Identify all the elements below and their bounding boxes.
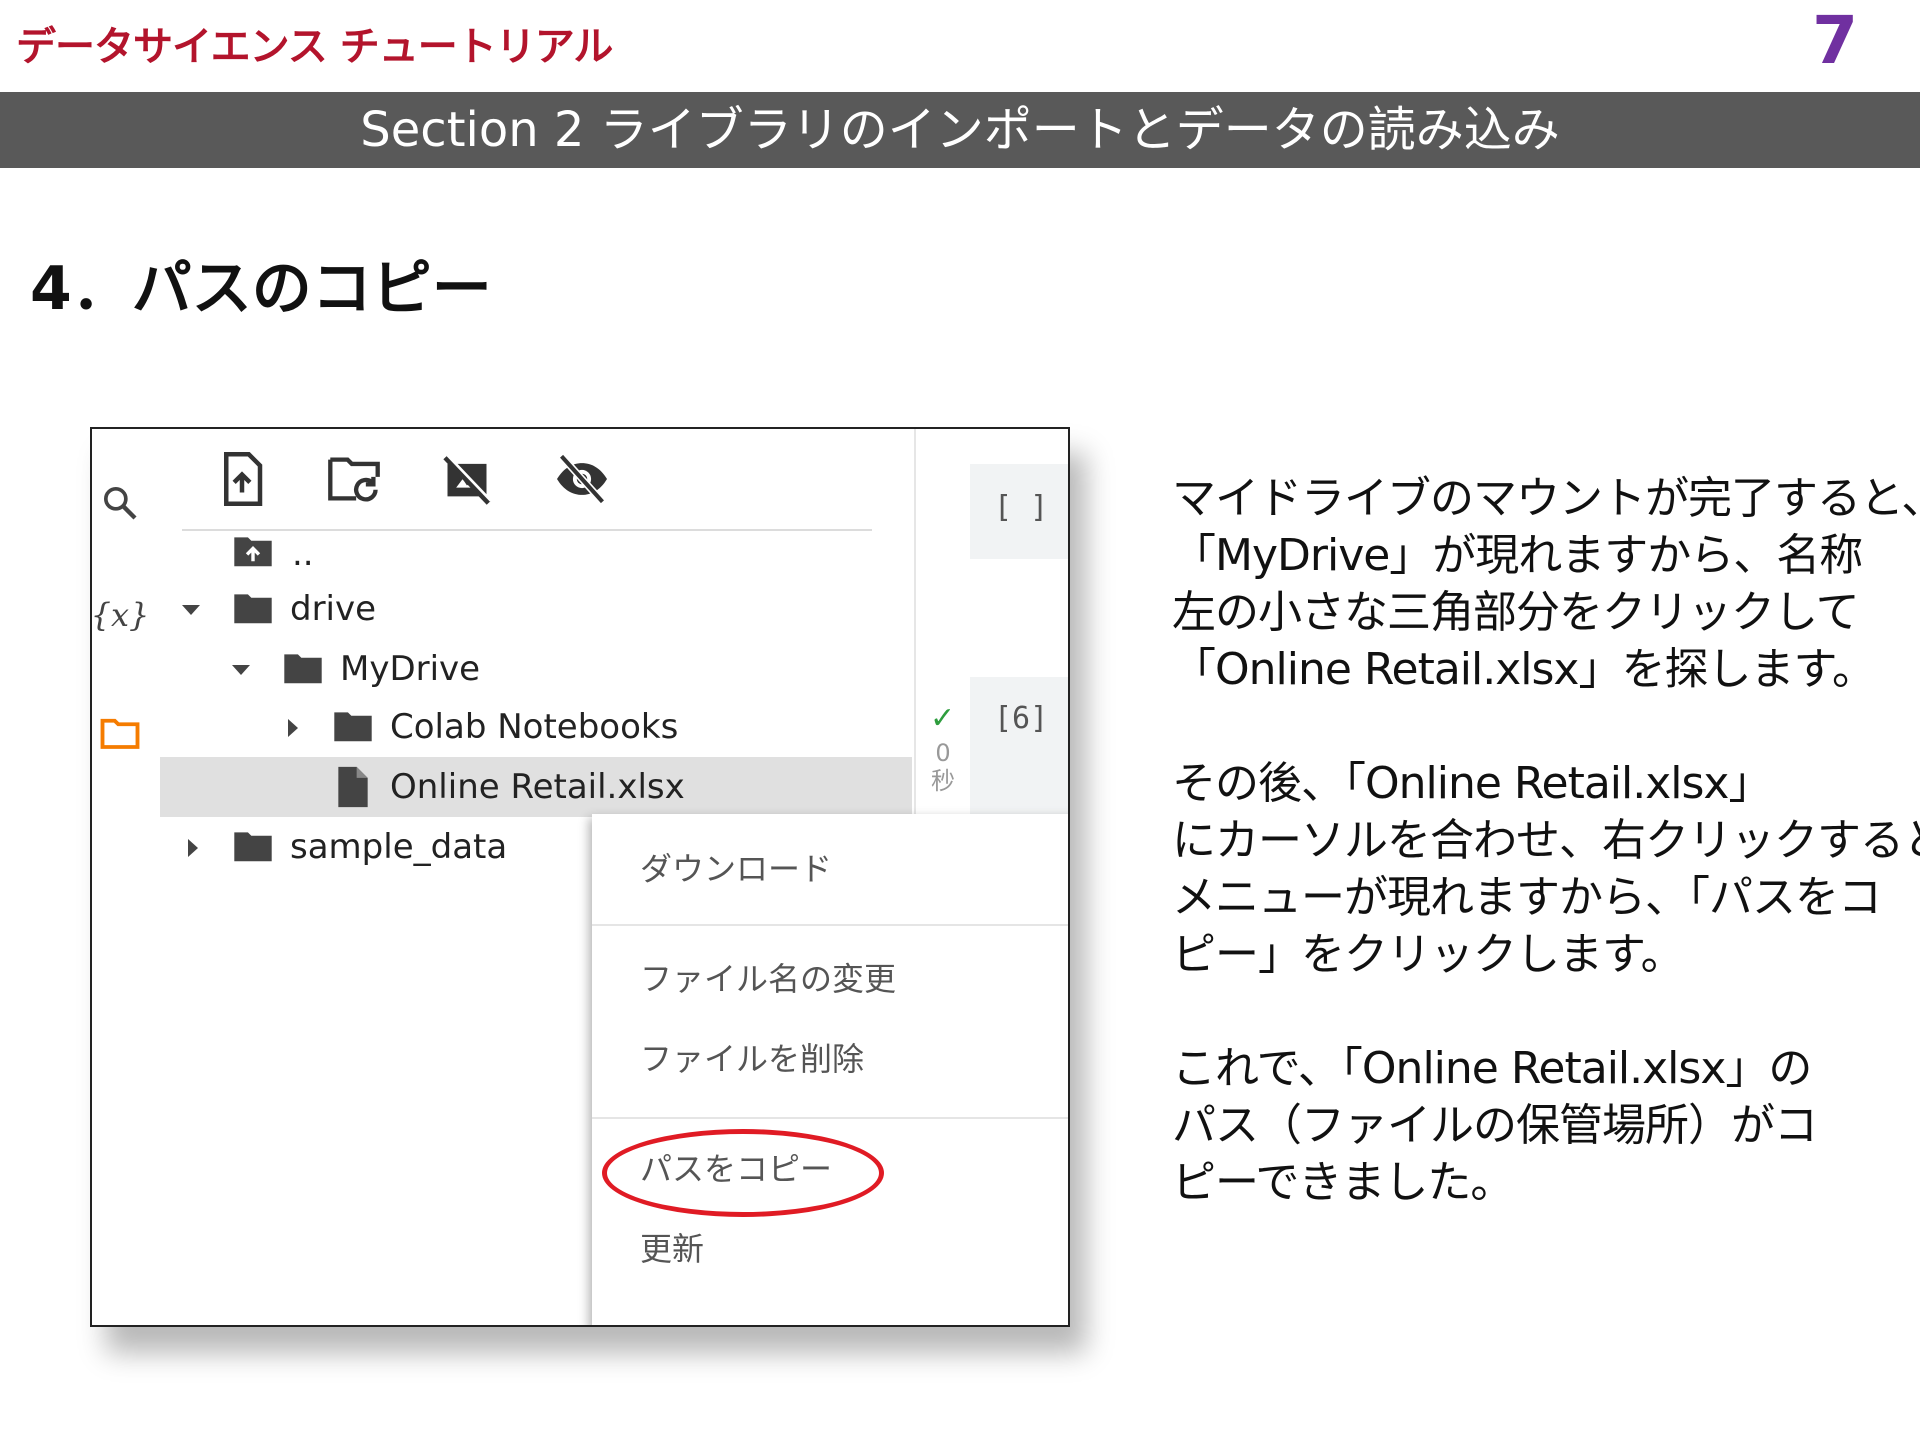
tree-row-drive[interactable]: drive [92, 579, 912, 639]
explanation-line: マイドライブのマウントが完了すると、 [1172, 473, 1920, 524]
file-icon [338, 766, 368, 808]
tree-label-online-retail: Online Retail.xlsx [390, 767, 685, 807]
highlight-ring [602, 1129, 884, 1217]
tree-row-colab-notebooks[interactable]: Colab Notebooks [92, 697, 912, 757]
explanation-line: メニューが現れますから、「パスをコ [1172, 872, 1882, 923]
tree-label-colab-notebooks: Colab Notebooks [390, 707, 679, 747]
page-heading: 4．パスのコピー [30, 254, 492, 324]
menu-item-delete[interactable]: ファイルを削除 [640, 1034, 864, 1080]
explanation-line: 左の小さな三角部分をクリックして [1172, 587, 1860, 638]
explanation-paragraph-2: その後、「Online Retail.xlsx」 にカーソルを合わせ、右クリック… [1172, 755, 1920, 983]
visibility-off-icon[interactable] [552, 449, 612, 509]
menu-item-rename[interactable]: ファイル名の変更 [640, 954, 896, 1000]
search-icon[interactable] [96, 479, 144, 527]
cell-prompt-empty: [ ] [994, 490, 1049, 525]
menu-item-refresh[interactable]: 更新 [640, 1224, 704, 1270]
menu-divider [592, 1117, 1068, 1119]
caret-right-icon[interactable] [288, 719, 298, 737]
tree-row-online-retail[interactable]: Online Retail.xlsx [160, 757, 912, 817]
brand-title: データサイエンス チュートリアル [16, 24, 613, 70]
folder-icon [334, 712, 372, 742]
explanation-paragraph-3: これで、「Online Retail.xlsx」の パス（ファイルの保管場所）が… [1172, 1040, 1892, 1211]
tree-label-drive: drive [290, 589, 377, 629]
page-number: 7 [1812, 2, 1858, 79]
explanation-line: ピー」をクリックします。 [1172, 929, 1685, 980]
folder-refresh-icon[interactable] [324, 449, 384, 509]
exec-time: 0 秒 [931, 739, 955, 795]
folder-icon [284, 654, 322, 684]
tree-label-mydrive: MyDrive [340, 649, 481, 689]
tree-row-parent[interactable]: .. [92, 524, 912, 584]
colab-file-browser-screenshot: {x} .. drive MyDrive Colab Notebooks Onl… [90, 427, 1070, 1327]
caret-right-icon[interactable] [188, 839, 198, 857]
menu-divider [592, 924, 1068, 926]
code-cell-6[interactable]: [6] [970, 677, 1068, 817]
upload-file-icon[interactable] [212, 449, 272, 509]
tree-label-parent: .. [292, 534, 314, 574]
caret-down-icon[interactable] [232, 665, 250, 675]
explanation-line: ピーできました。 [1172, 1157, 1514, 1208]
explanation-line: その後、「Online Retail.xlsx」 [1172, 758, 1772, 809]
explanation-line: にカーソルを合わせ、右クリックすると [1172, 815, 1920, 866]
explanation-line: パス（ファイルの保管場所）がコ [1172, 1100, 1818, 1151]
code-cell-empty[interactable]: [ ] [970, 464, 1068, 559]
folder-up-icon [234, 537, 272, 567]
section-bar: Section 2 ライブラリのインポートとデータの読み込み [0, 92, 1920, 168]
tree-row-mydrive[interactable]: MyDrive [92, 639, 912, 699]
menu-item-download[interactable]: ダウンロード [640, 844, 832, 890]
explanation-paragraph-1: マイドライブのマウントが完了すると、 「MyDrive」が現れますから、名称 左… [1172, 470, 1920, 698]
folder-icon [234, 832, 272, 862]
explanation-line: 「Online Retail.xlsx」を探します。 [1172, 644, 1876, 695]
check-icon: ✓ [930, 701, 956, 736]
drive-off-icon[interactable] [437, 449, 497, 509]
caret-down-icon[interactable] [182, 605, 200, 615]
explanation-text: マイドライブのマウントが完了すると、 「MyDrive」が現れますから、名称 左… [1172, 470, 1920, 1268]
tree-label-sample-data: sample_data [290, 827, 508, 867]
explanation-line: 「MyDrive」が現れますから、名称 [1172, 530, 1863, 581]
context-menu: ダウンロード ファイル名の変更 ファイルを削除 パスをコピー 更新 [592, 814, 1068, 1325]
explanation-line: これで、「Online Retail.xlsx」の [1172, 1043, 1812, 1094]
cell-prompt-6: [6] [994, 701, 1049, 736]
folder-icon [234, 594, 272, 624]
